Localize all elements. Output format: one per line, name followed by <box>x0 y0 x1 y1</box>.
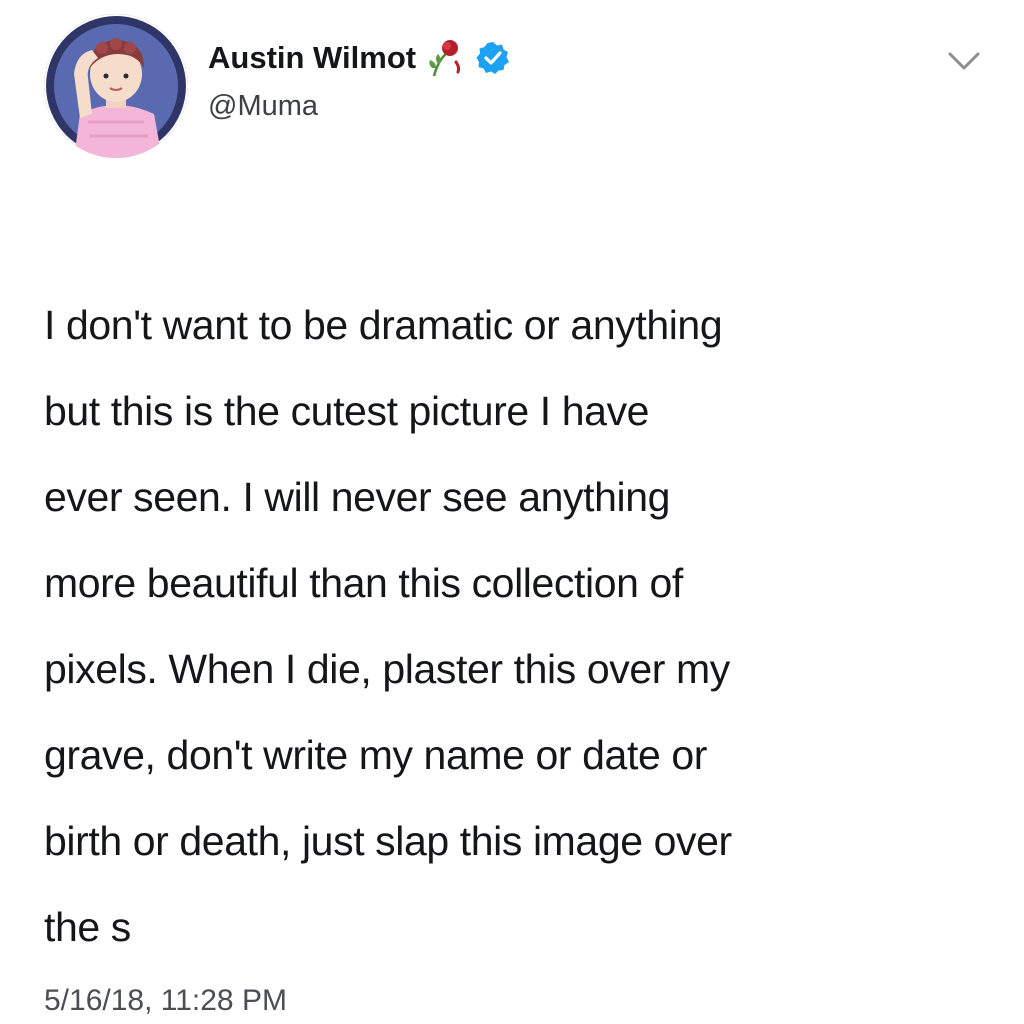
tweet-text-line: but this is the cutest picture I have <box>44 388 650 434</box>
tweet-text: I don't want to be dramatic or anything … <box>44 282 994 970</box>
tweet-text-line: more beautiful than this collection of <box>44 560 683 606</box>
verified-badge-icon <box>476 41 510 75</box>
author-display-name[interactable]: Austin Wilmot <box>208 40 416 76</box>
author-handle[interactable]: @Muma <box>208 90 318 123</box>
tweet-timestamp[interactable]: 5/16/18, 11:28 PM <box>44 984 287 1018</box>
tweet-card: Austin Wilmot @Muma I don't want to be d… <box>0 0 1024 1024</box>
chevron-down-icon <box>948 52 980 70</box>
tweet-text-line: grave, don't write my name or date or <box>44 732 708 778</box>
tweet-text-line: ever seen. I will never see anything <box>44 474 671 520</box>
avatar-illustration-icon <box>44 14 188 158</box>
wilted-rose-icon <box>424 38 468 78</box>
tweet-text-line: birth or death, just slap this image ove… <box>44 818 732 864</box>
tweet-text-line: I don't want to be dramatic or anything <box>44 302 723 348</box>
author-avatar[interactable] <box>44 14 188 158</box>
tweet-menu-button[interactable] <box>944 48 984 76</box>
tweet-text-line: the s <box>44 904 131 950</box>
author-name-row: Austin Wilmot <box>208 38 510 78</box>
tweet-text-line: pixels. When I die, plaster this over my <box>44 646 730 692</box>
